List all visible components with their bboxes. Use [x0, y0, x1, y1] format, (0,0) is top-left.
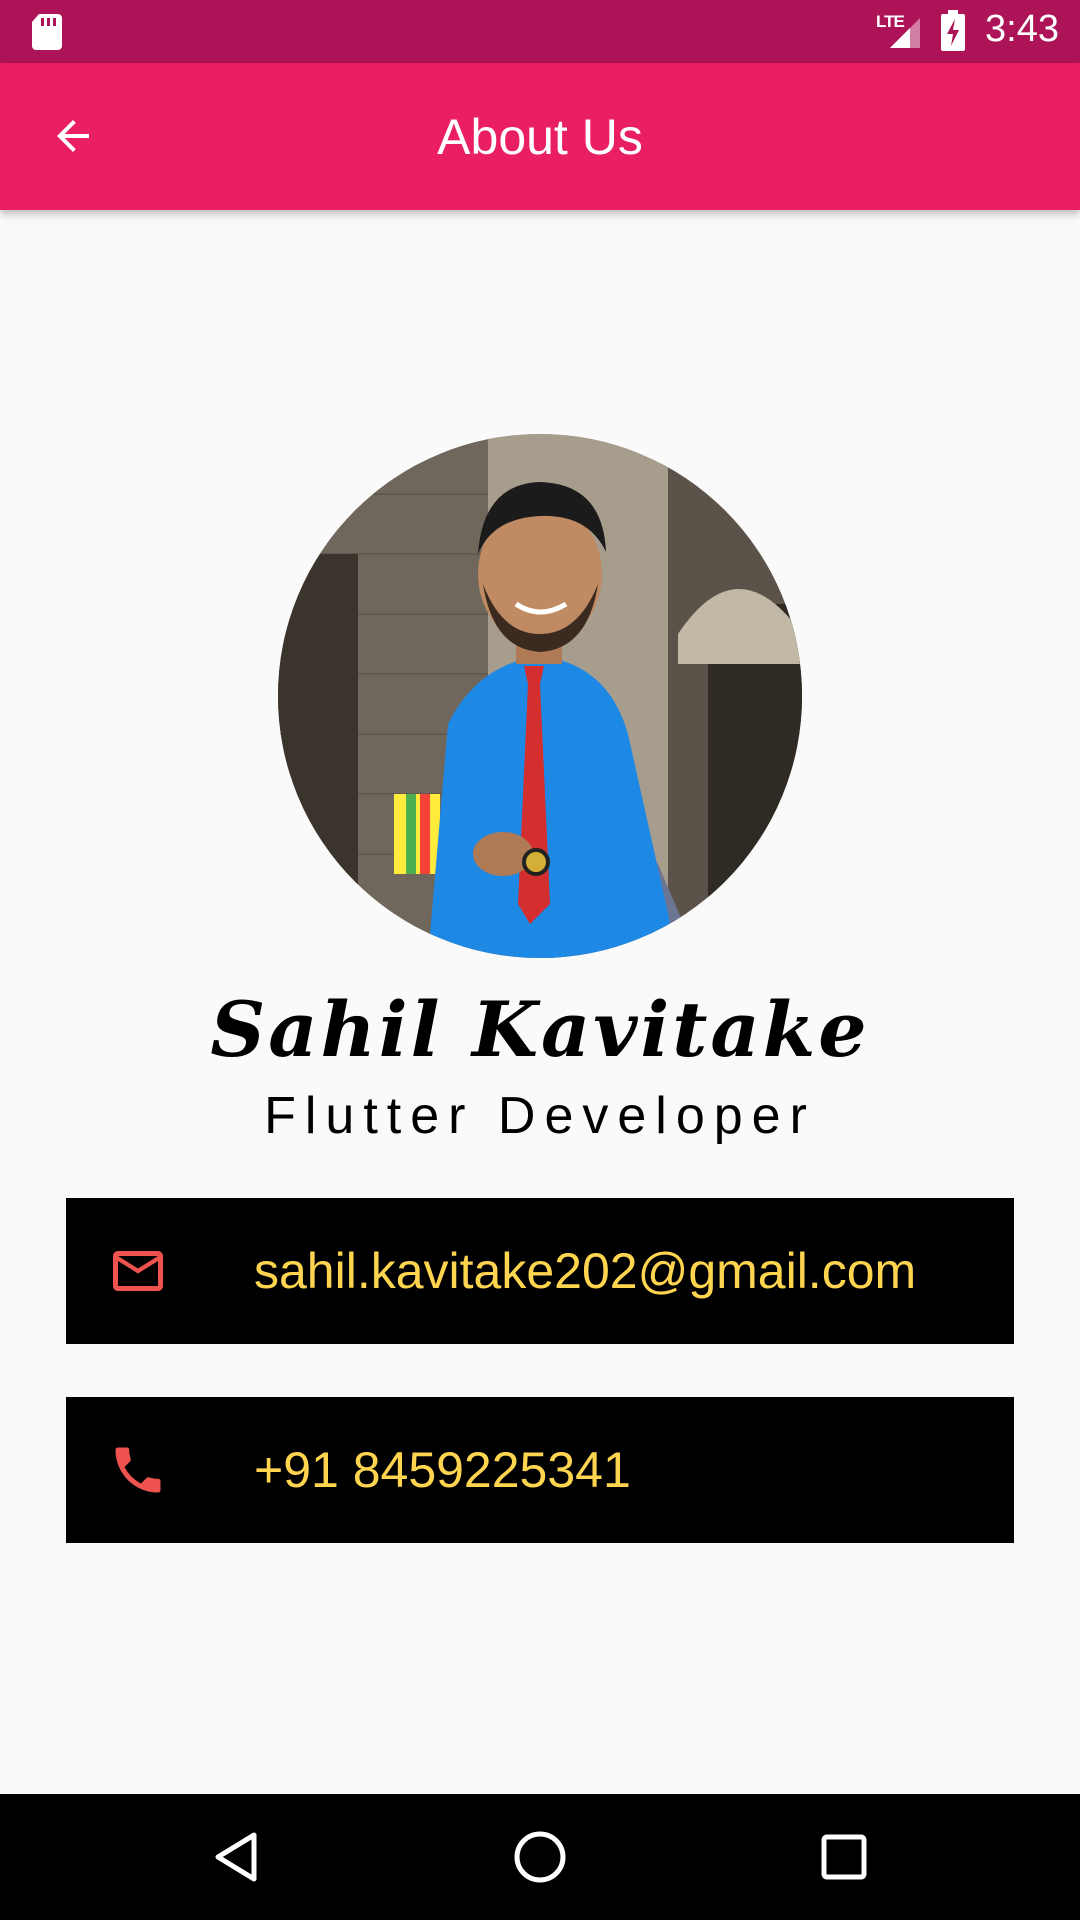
page-title: About Us [437, 108, 643, 165]
back-button[interactable] [30, 93, 116, 179]
arrow-back-icon [57, 120, 89, 152]
status-bar: LTE 3:43 [0, 0, 1080, 63]
phone-text: +91 8459225341 [254, 1442, 631, 1498]
profile-name: Sahil Kavitake [210, 985, 870, 1074]
nav-back-icon [215, 1832, 257, 1882]
profile-role: Flutter Developer [264, 1087, 816, 1145]
phone-icon [115, 1447, 161, 1493]
email-text: sahil.kavitake202@gmail.com [254, 1243, 917, 1299]
nav-recents-icon [821, 1834, 867, 1880]
nav-home-button[interactable] [502, 1819, 578, 1895]
app-bar: About Us [0, 63, 1080, 210]
email-card[interactable]: sahil.kavitake202@gmail.com [66, 1198, 1014, 1344]
nav-recents-button[interactable] [806, 1819, 882, 1895]
phone-card[interactable]: +91 8459225341 [66, 1397, 1014, 1543]
battery-charging-icon [941, 10, 965, 51]
clock: 3:43 [985, 8, 1059, 50]
sd-card-icon [32, 14, 62, 50]
signal-icon [890, 18, 920, 48]
navigation-bar [0, 1794, 1080, 1920]
mail-icon [113, 1251, 163, 1291]
avatar-photo [278, 434, 802, 958]
nav-home-icon [514, 1831, 566, 1883]
avatar [278, 434, 802, 958]
nav-back-button[interactable] [198, 1819, 274, 1895]
